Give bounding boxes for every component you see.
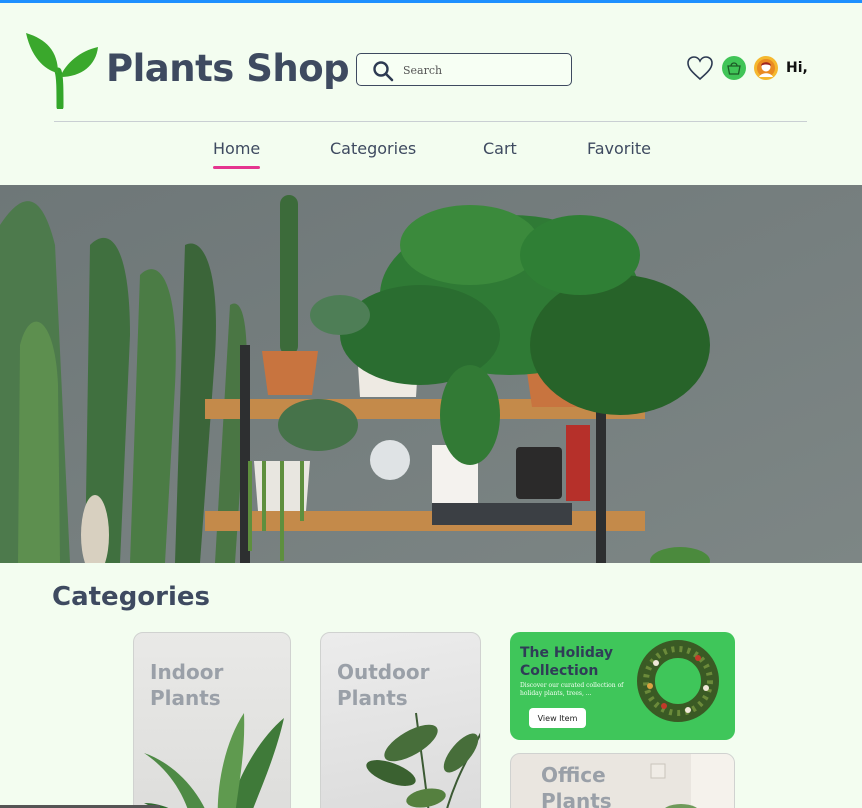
brand-name[interactable]: Plants Shop (106, 47, 350, 90)
category-card-outdoor[interactable]: Outdoor Plants (320, 632, 481, 808)
promo-description: Discover our curated collection of holid… (520, 682, 624, 697)
search-icon[interactable] (371, 59, 395, 83)
view-item-button[interactable]: View Item (529, 708, 586, 728)
heart-icon[interactable] (686, 55, 714, 81)
categories-title: Categories (52, 582, 211, 612)
header-divider (54, 121, 807, 122)
basket-icon[interactable] (722, 56, 746, 80)
avatar[interactable] (754, 56, 778, 80)
holiday-promo-card[interactable]: The Holiday Collection Discover our cura… (510, 632, 735, 740)
search-box[interactable] (356, 53, 572, 86)
wreath-image (637, 640, 719, 722)
indoor-plant-image (144, 713, 284, 808)
search-input[interactable] (403, 60, 563, 80)
nav-home[interactable]: Home (213, 139, 261, 169)
header: Plants Shop Hi, Home (0, 3, 862, 185)
hero-image (0, 185, 862, 563)
main-nav: Home Categories Cart Favorite (0, 139, 862, 173)
leaf-logo-icon[interactable] (24, 31, 100, 109)
office-plant-image (650, 754, 734, 808)
category-card-indoor[interactable]: Indoor Plants (133, 632, 291, 808)
promo-title: The Holiday Collection (520, 645, 613, 679)
nav-favorite[interactable]: Favorite (587, 139, 651, 158)
user-greeting: Hi, (786, 60, 808, 76)
outdoor-plant-image (366, 712, 480, 808)
category-card-office[interactable]: Office Plants (510, 753, 735, 808)
nav-categories[interactable]: Categories (330, 139, 416, 158)
nav-cart[interactable]: Cart (483, 139, 517, 158)
